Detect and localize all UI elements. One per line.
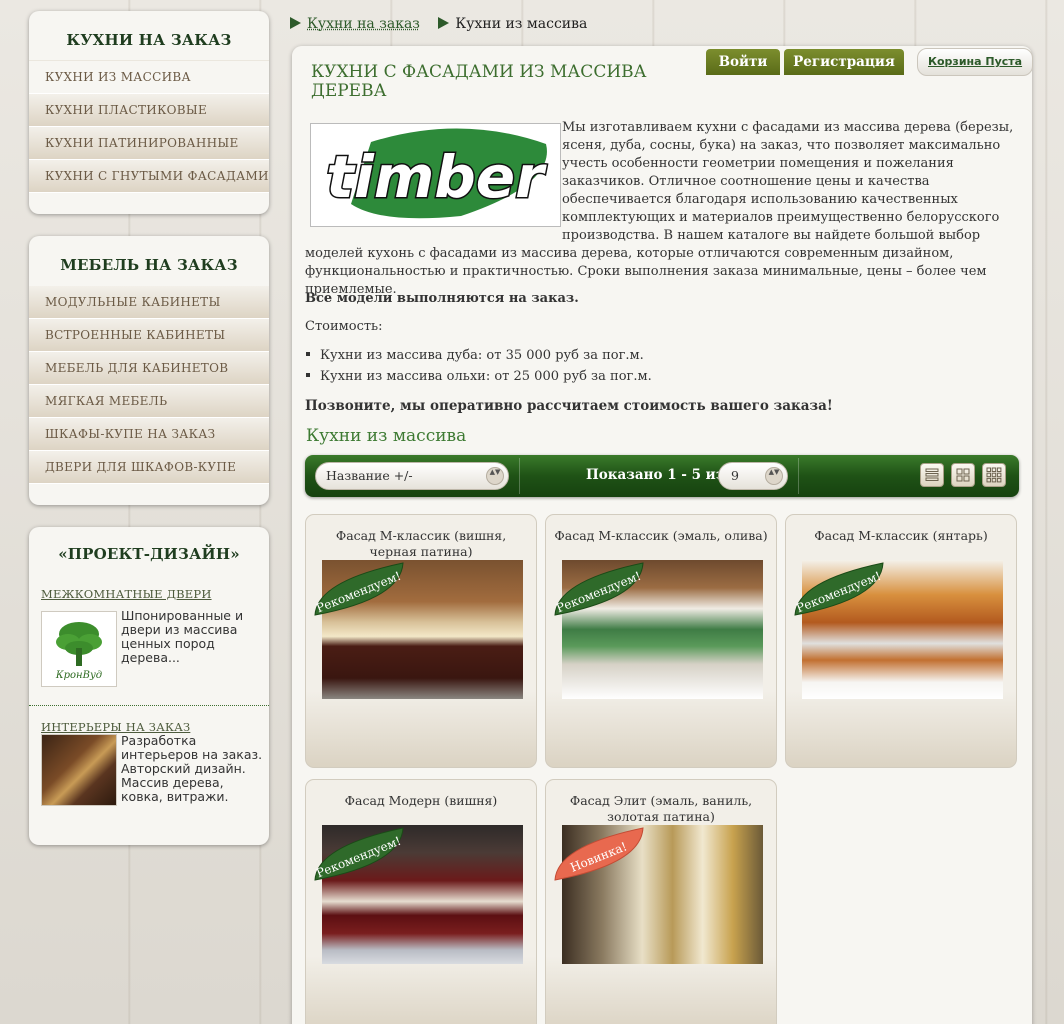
kitchens-panel-title: КУХНИ НА ЗАКАЗ bbox=[66, 31, 232, 49]
product-image[interactable] bbox=[322, 560, 523, 699]
interiors-description: Разработка интерьеров на заказ. Авторски… bbox=[121, 733, 263, 804]
page-title: КУХНИ С ФАСАДАМИ ИЗ МАССИВА ДЕРЕВА bbox=[311, 62, 647, 101]
interiors-block: ИНТЕРЬЕРЫ НА ЗАКАЗ Разработка интерьеров… bbox=[29, 720, 269, 830]
cost-label: Стоимость: bbox=[305, 319, 383, 334]
price-item: Кухни из массива дуба: от 35 000 руб за … bbox=[305, 348, 644, 363]
product-title[interactable]: Фасад М-классик (эмаль, олива) bbox=[552, 528, 770, 544]
furniture-menu: МОДУЛЬНЫЕ КАБИНЕТЫ ВСТРОЕННЫЕ КАБИНЕТЫ М… bbox=[29, 286, 269, 484]
kronwood-logo[interactable]: КронВуд bbox=[41, 611, 117, 687]
product-card[interactable]: Фасад М-классик (янтарь) Рекомендуем! bbox=[785, 514, 1017, 768]
menu-item-kitchens-plastic[interactable]: КУХНИ ПЛАСТИКОВЫЕ bbox=[29, 94, 269, 127]
product-card[interactable]: Фасад М-классик (вишня, черная патина) Р… bbox=[305, 514, 537, 768]
menu-item-kitchens-solid-wood[interactable]: КУХНИ ИЗ МАССИВА bbox=[29, 61, 269, 94]
grid-2x2-icon bbox=[956, 468, 970, 482]
menu-item-office-furniture[interactable]: МЕБЕЛЬ ДЛЯ КАБИНЕТОВ bbox=[29, 352, 269, 385]
list-icon bbox=[925, 468, 939, 481]
product-title[interactable]: Фасад М-классик (вишня, черная патина) bbox=[312, 528, 530, 560]
breadcrumb-current: Кухни из массива bbox=[455, 16, 588, 32]
login-button[interactable]: Войти bbox=[706, 49, 780, 75]
product-image[interactable] bbox=[802, 560, 1003, 699]
menu-item-wardrobes[interactable]: ШКАФЫ-КУПЕ НА ЗАКАЗ bbox=[29, 418, 269, 451]
arrow-right-icon bbox=[290, 17, 301, 29]
svg-text:КронВуд: КронВуд bbox=[55, 670, 102, 681]
product-title[interactable]: Фасад Элит (эмаль, ваниль, золотая патин… bbox=[552, 793, 770, 825]
tree-icon: КронВуд bbox=[55, 622, 102, 681]
arrow-right-icon bbox=[438, 17, 450, 29]
grid-3x3-icon bbox=[986, 467, 1002, 483]
product-image[interactable] bbox=[562, 825, 763, 964]
product-image[interactable] bbox=[322, 825, 523, 964]
timber-logo: timber bbox=[310, 123, 561, 227]
project-panel: «ПРОЕКТ-ДИЗАЙН» МЕЖКОМНАТНЫЕ ДВЕРИ КронВ… bbox=[29, 527, 269, 845]
divider bbox=[29, 705, 269, 706]
list-view-button[interactable] bbox=[920, 463, 944, 487]
product-card[interactable]: Фасад Элит (эмаль, ваниль, золотая патин… bbox=[545, 779, 777, 1024]
grid-view-button[interactable] bbox=[951, 463, 975, 487]
furniture-panel: МЕБЕЛЬ НА ЗАКАЗ МОДУЛЬНЫЕ КАБИНЕТЫ ВСТРО… bbox=[29, 236, 269, 505]
timber-logo-graphic: timber bbox=[325, 128, 549, 219]
menu-item-modular-cabinets[interactable]: МОДУЛЬНЫЕ КАБИНЕТЫ bbox=[29, 286, 269, 319]
product-title[interactable]: Фасад М-классик (янтарь) bbox=[792, 528, 1010, 544]
chevron-up-down-icon: ▲▼ bbox=[486, 467, 504, 485]
chevron-up-down-icon: ▲▼ bbox=[765, 467, 783, 485]
doors-block: МЕЖКОМНАТНЫЕ ДВЕРИ КронВуд Шпонированные… bbox=[29, 587, 269, 697]
doors-description: Шпонированные и двери из массива ценных … bbox=[121, 608, 244, 665]
furniture-panel-title: МЕБЕЛЬ НА ЗАКАЗ bbox=[60, 256, 238, 274]
menu-item-wardrobe-doors[interactable]: ДВЕРИ ДЛЯ ШКАФОВ-КУПЕ bbox=[29, 451, 269, 484]
project-panel-title: «ПРОЕКТ-ДИЗАЙН» bbox=[58, 545, 240, 563]
interiors-link[interactable]: ИНТЕРЬЕРЫ НА ЗАКАЗ bbox=[41, 720, 269, 734]
svg-text:timber: timber bbox=[326, 143, 547, 211]
per-page-select[interactable]: 9 ▲▼ bbox=[718, 462, 788, 490]
catalog-toolbar: Название +/- ▲▼ Показано 1 - 5 из 5 9 ▲▼ bbox=[305, 455, 1019, 497]
breadcrumb: Кухни на заказ Кухни из массива bbox=[290, 16, 587, 36]
price-item: Кухни из массива ольхи: от 25 000 руб за… bbox=[305, 369, 652, 384]
menu-item-kitchens-curved[interactable]: КУХНИ С ГНУТЫМИ ФАСАДАМИ bbox=[29, 160, 269, 193]
product-image[interactable] bbox=[562, 560, 763, 699]
all-models-text: Все модели выполняются на заказ. bbox=[305, 291, 579, 306]
separator bbox=[798, 458, 799, 494]
breadcrumb-link-kitchens[interactable]: Кухни на заказ bbox=[307, 16, 420, 32]
sort-select[interactable]: Название +/- ▲▼ bbox=[315, 462, 509, 490]
separator bbox=[519, 458, 520, 494]
interiors-image[interactable] bbox=[41, 734, 117, 806]
menu-item-soft-furniture[interactable]: МЯГКАЯ МЕБЕЛЬ bbox=[29, 385, 269, 418]
register-button[interactable]: Регистрация bbox=[784, 49, 904, 75]
grid-3x3-view-button[interactable] bbox=[982, 463, 1006, 487]
kitchens-menu: КУХНИ ИЗ МАССИВА КУХНИ ПЛАСТИКОВЫЕ КУХНИ… bbox=[29, 60, 269, 193]
kitchens-panel: КУХНИ НА ЗАКАЗ КУХНИ ИЗ МАССИВА КУХНИ ПЛ… bbox=[29, 11, 269, 214]
product-card[interactable]: Фасад М-классик (эмаль, олива) Рекоменду… bbox=[545, 514, 777, 768]
results-count: Показано 1 - 5 из 5 bbox=[586, 467, 739, 483]
menu-item-built-in-cabinets[interactable]: ВСТРОЕННЫЕ КАБИНЕТЫ bbox=[29, 319, 269, 352]
product-card[interactable]: Фасад Модерн (вишня) Рекомендуем! bbox=[305, 779, 537, 1024]
cart-link[interactable]: Корзина Пуста bbox=[917, 48, 1033, 76]
product-title[interactable]: Фасад Модерн (вишня) bbox=[312, 793, 530, 809]
doors-link[interactable]: МЕЖКОМНАТНЫЕ ДВЕРИ bbox=[41, 587, 269, 601]
call-to-action: Позвоните, мы оперативно рассчитаем стои… bbox=[305, 398, 833, 414]
menu-item-kitchens-patinated[interactable]: КУХНИ ПАТИНИРОВАННЫЕ bbox=[29, 127, 269, 160]
section-subtitle: Кухни из массива bbox=[306, 426, 467, 446]
